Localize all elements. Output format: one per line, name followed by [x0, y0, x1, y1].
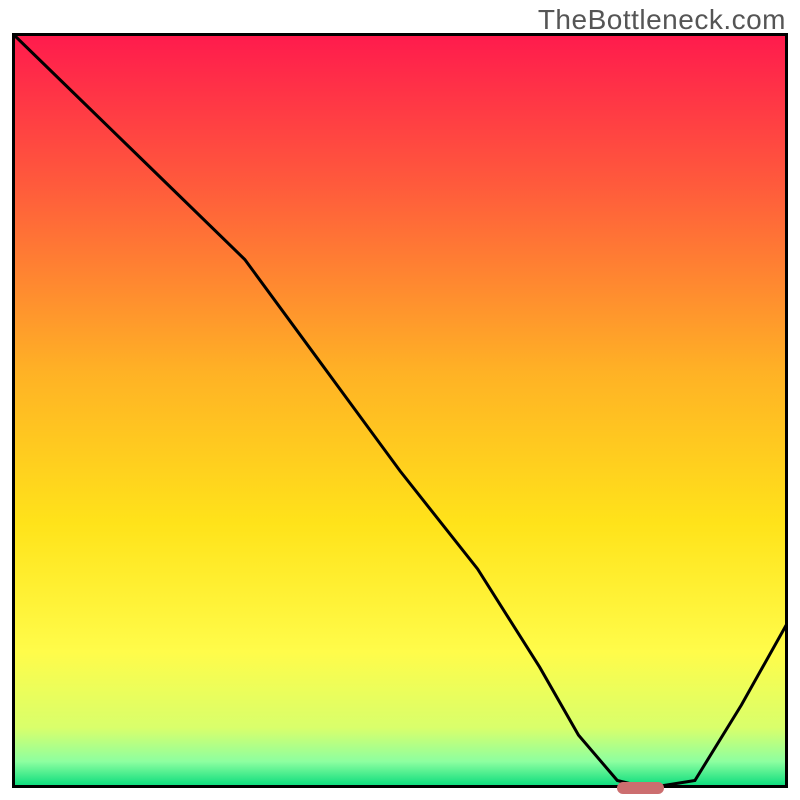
plot-area [12, 33, 788, 788]
chart-svg [12, 33, 788, 788]
watermark-text: TheBottleneck.com [538, 4, 786, 36]
chart-stage: TheBottleneck.com [0, 0, 800, 800]
target-marker [617, 782, 664, 794]
